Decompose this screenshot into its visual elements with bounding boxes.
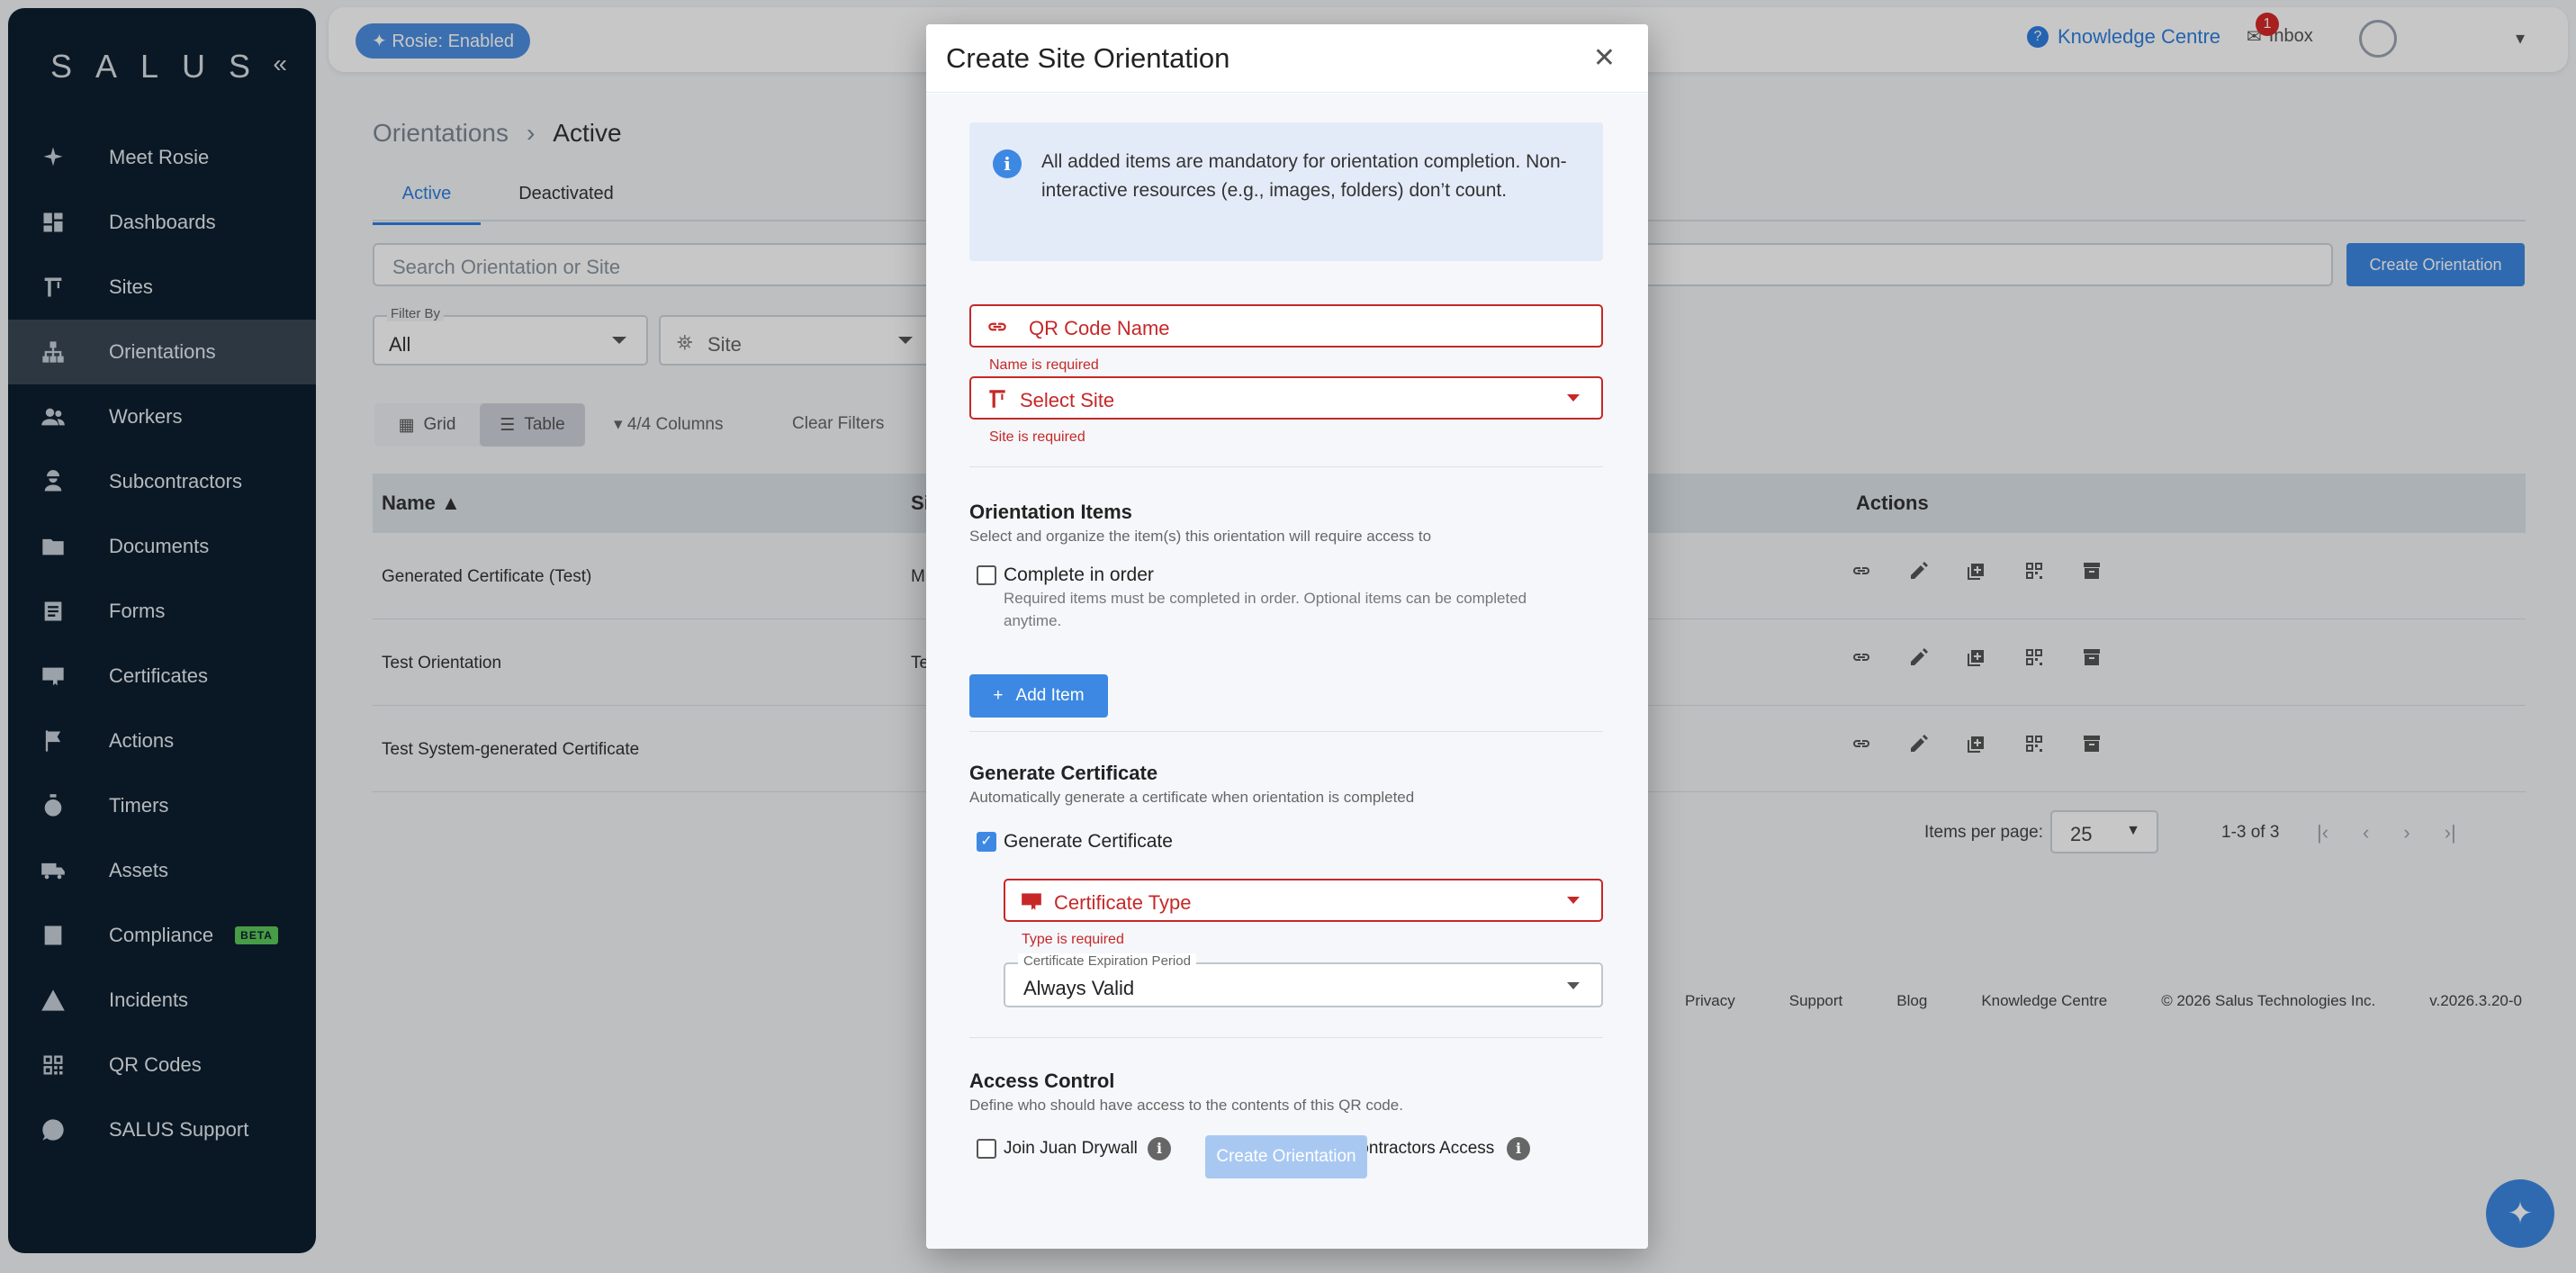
complete-in-order-checkbox[interactable] <box>977 565 996 585</box>
link-icon <box>988 322 1006 331</box>
orientation-items-title: Orientation Items <box>969 501 1132 523</box>
select-site-placeholder: Select Site <box>1020 389 1115 411</box>
site-error: Site is required <box>989 429 1085 445</box>
type-error: Type is required <box>1022 932 1124 947</box>
create-orientation-dialog: Create Site Orientation ✕ i All added it… <box>926 24 1648 1249</box>
plus-icon: + <box>993 686 1004 705</box>
crane-icon <box>989 390 1005 408</box>
complete-in-order-label: Complete in order <box>1004 564 1154 585</box>
info-icon[interactable]: i <box>1148 1137 1171 1160</box>
name-error: Name is required <box>989 357 1099 373</box>
dialog-body: i All added items are mandatory for orie… <box>926 94 1648 1249</box>
certificate-icon <box>1022 893 1041 910</box>
select-site-field[interactable]: Select Site <box>969 376 1603 420</box>
expiration-period-value: Always Valid <box>1023 977 1135 999</box>
complete-in-order-hint: Required items must be completed in orde… <box>1004 590 1527 629</box>
dialog-title: Create Site Orientation <box>946 42 1230 74</box>
divider <box>969 731 1603 732</box>
generate-certificate-label: Generate Certificate <box>1004 831 1173 852</box>
dialog-header: Create Site Orientation ✕ <box>926 24 1648 93</box>
caret-down-icon <box>1567 982 1580 989</box>
divider <box>969 1037 1603 1038</box>
certificate-type-field[interactable]: Certificate Type <box>1004 879 1603 922</box>
generate-certificate-title: Generate Certificate <box>969 762 1158 784</box>
add-item-button[interactable]: + Add Item <box>969 674 1108 718</box>
generate-certificate-subtitle: Automatically generate a certificate whe… <box>969 789 1415 806</box>
orientation-items-subtitle: Select and organize the item(s) this ori… <box>969 528 1432 545</box>
info-banner: i All added items are mandatory for orie… <box>969 122 1603 261</box>
access-control-title: Access Control <box>969 1070 1115 1092</box>
caret-down-icon <box>1567 394 1580 402</box>
info-icon: i <box>993 149 1022 178</box>
qr-code-name-placeholder: QR Code Name <box>1029 317 1170 339</box>
access-control-subtitle: Define who should have access to the con… <box>969 1097 1403 1114</box>
info-icon[interactable]: i <box>1507 1137 1530 1160</box>
close-icon[interactable]: ✕ <box>1593 42 1616 74</box>
expiration-period-label: Certificate Expiration Period <box>1018 953 1196 969</box>
divider <box>969 466 1603 467</box>
join-juan-drywall-checkbox[interactable] <box>977 1139 996 1159</box>
caret-down-icon <box>1567 897 1580 904</box>
certificate-type-placeholder: Certificate Type <box>1054 891 1192 914</box>
info-text: All added items are mandatory for orient… <box>1041 151 1567 201</box>
create-orientation-submit-button[interactable]: Create Orientation <box>1205 1135 1367 1178</box>
join-juan-drywall-label: Join Juan Drywall <box>1004 1139 1138 1158</box>
expiration-period-select[interactable]: Certificate Expiration Period Always Val… <box>1004 953 1603 1007</box>
qr-code-name-field[interactable]: QR Code Name <box>969 304 1603 348</box>
generate-certificate-checkbox[interactable]: ✓ <box>977 832 996 852</box>
